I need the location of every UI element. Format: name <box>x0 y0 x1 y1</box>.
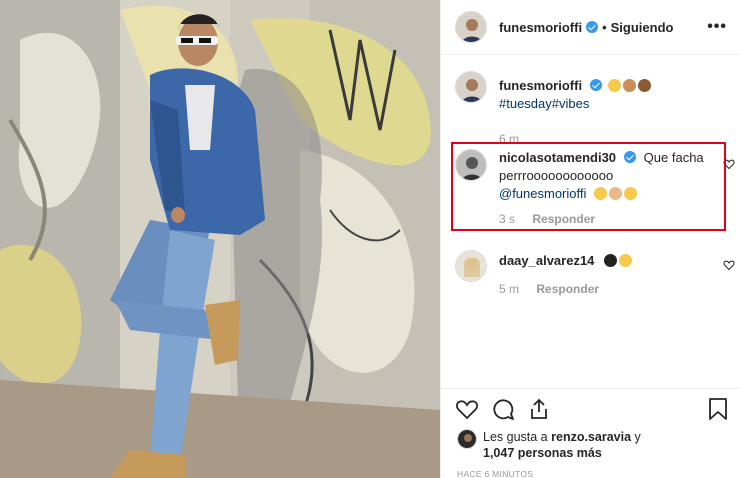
post-header: funesmorioffi • Siguiendo ••• <box>441 0 740 55</box>
comment-time[interactable]: 5 m <box>499 282 519 296</box>
caption-avatar[interactable] <box>455 71 487 103</box>
verified-badge-icon <box>586 21 599 33</box>
victory-hand-emoji-icon <box>622 79 636 92</box>
caption-username[interactable]: funesmorioffi <box>499 78 582 93</box>
black-heart-emoji-icon <box>604 254 618 267</box>
save-bookmark-icon[interactable] <box>707 397 729 421</box>
like-heart-icon[interactable] <box>455 397 479 421</box>
post-sidebar: funesmorioffi • Siguiendo ••• funesmorio… <box>440 0 740 478</box>
caption: funesmorioffi #tuesday#vibes 6 m <box>455 71 731 146</box>
verified-badge-icon <box>590 79 603 91</box>
more-options-icon[interactable]: ••• <box>707 18 727 36</box>
highlight-box <box>451 142 726 231</box>
comment-bubble-icon[interactable] <box>491 397 515 421</box>
header-separator: • <box>602 19 607 35</box>
like-comment-heart-icon[interactable] <box>723 259 735 271</box>
thumbs-up-emoji-icon <box>637 79 651 92</box>
share-icon[interactable] <box>527 397 551 421</box>
author-avatar[interactable] <box>455 11 487 43</box>
liker-avatar[interactable] <box>457 429 477 449</box>
star-struck-emoji-icon <box>619 254 633 267</box>
post-photo[interactable] <box>0 0 440 478</box>
comment-username[interactable]: daay_alvarez14 <box>499 253 594 268</box>
likes-summary: Les gusta a renzo.saravia y 1,047 person… <box>457 429 641 461</box>
comment-avatar[interactable] <box>455 250 487 282</box>
sunglasses-emoji-icon <box>607 79 621 92</box>
likes-conjunction: y <box>634 430 641 444</box>
post-image <box>0 0 440 478</box>
likes-prefix: Les gusta a <box>483 430 548 444</box>
comment-daay-alvarez14: daay_alvarez14 5 m Responder <box>455 250 735 296</box>
post-actions: Les gusta a renzo.saravia y 1,047 person… <box>441 388 740 478</box>
likes-count[interactable]: 1,047 personas más <box>483 446 602 460</box>
reply-button[interactable]: Responder <box>536 282 599 296</box>
post-timestamp[interactable]: HACE 6 MINUTOS <box>457 469 533 478</box>
author-username[interactable]: funesmorioffi <box>499 20 582 35</box>
caption-hashtags[interactable]: #tuesday#vibes <box>499 96 589 111</box>
liker-username[interactable]: renzo.saravia <box>551 430 631 444</box>
following-button[interactable]: Siguiendo <box>611 20 674 35</box>
